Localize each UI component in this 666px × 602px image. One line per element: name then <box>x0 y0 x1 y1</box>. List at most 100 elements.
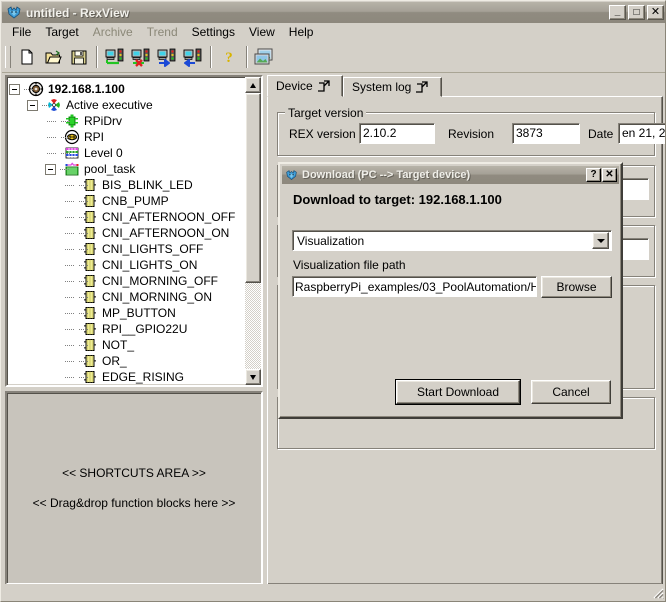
disconnect-button[interactable] <box>128 44 154 70</box>
maximize-button[interactable]: □ <box>628 5 645 20</box>
tree-node[interactable]: 192.168.1.100 <box>9 81 245 97</box>
tree-node-label: CNB_PUMP <box>102 194 169 208</box>
visualization-path-input[interactable]: RaspberryPi_examples/03_PoolAutomation/H… <box>292 276 537 297</box>
scroll-down-arrow-icon[interactable] <box>245 369 261 385</box>
tree-collapse-icon[interactable] <box>27 99 38 111</box>
tree-node[interactable]: CNI_MORNING_ON <box>9 289 245 305</box>
tree-connector <box>77 305 88 321</box>
tree-node-label: CNI_AFTERNOON_OFF <box>102 210 236 224</box>
dialog-help-button[interactable]: ? <box>586 168 601 182</box>
tree-connector <box>63 369 77 385</box>
cancel-button[interactable]: Cancel <box>531 380 611 404</box>
tree-node-label: BIS_BLINK_LED <box>102 178 193 192</box>
tree-node-label: RPiDrv <box>84 114 122 128</box>
tree-connector <box>77 257 88 273</box>
tree-node[interactable]: RPI__GPIO22U <box>9 321 245 337</box>
download-button[interactable] <box>154 44 180 70</box>
tree-node[interactable]: CNI_LIGHTS_ON <box>9 257 245 273</box>
tree-node[interactable]: Active executive <box>9 97 245 113</box>
statusbar <box>2 584 665 600</box>
save-button[interactable] <box>66 44 92 70</box>
tree-node[interactable]: CNI_AFTERNOON_OFF <box>9 209 245 225</box>
tree-connector <box>45 113 59 129</box>
tree-node[interactable]: RPiDrv <box>9 113 245 129</box>
tree-connector <box>63 305 77 321</box>
tree-collapse-icon[interactable] <box>45 163 56 175</box>
new-button[interactable] <box>14 44 40 70</box>
menu-target[interactable]: Target <box>38 23 85 42</box>
download-type-value: Visualization <box>297 233 365 248</box>
scrollbar-thumb[interactable] <box>245 93 261 283</box>
tree-connector <box>40 97 51 113</box>
menu-settings[interactable]: Settings <box>185 23 242 42</box>
dialog-titlebar[interactable]: Download (PC --> Target device) ? ✕ <box>282 166 619 184</box>
tab-system-log[interactable]: System log <box>343 77 442 97</box>
window-titlebar[interactable]: untitled - RexView _ □ ✕ <box>2 2 665 23</box>
tree-collapse-icon[interactable] <box>9 83 20 95</box>
rex-version-field[interactable]: 2.10.2 <box>359 123 435 144</box>
close-button[interactable]: ✕ <box>647 5 664 20</box>
minimize-button[interactable]: _ <box>609 5 626 20</box>
help-button[interactable]: ? <box>216 44 242 70</box>
tree-node[interactable]: MP_BUTTON <box>9 305 245 321</box>
menu-help[interactable]: Help <box>282 23 321 42</box>
upload-button[interactable] <box>180 44 206 70</box>
tab-device-label: Device <box>276 79 313 93</box>
rex-app-icon <box>6 5 22 21</box>
connect-button[interactable] <box>102 44 128 70</box>
toolbar-grip[interactable] <box>5 46 11 68</box>
resize-grip-icon[interactable] <box>650 585 664 599</box>
external-link-icon <box>315 80 330 92</box>
shortcuts-area[interactable]: << SHORTCUTS AREA >> << Drag&drop functi… <box>5 391 263 585</box>
tree-node[interactable]: CNI_AFTERNOON_ON <box>9 225 245 241</box>
tree-node[interactable]: CNI_LIGHTS_OFF <box>9 241 245 257</box>
tree-node[interactable]: CNB_PUMP <box>9 193 245 209</box>
tree-node[interactable]: BIS_BLINK_LED <box>9 177 245 193</box>
device-tree[interactable]: 192.168.1.100 Active executive RPiDrv RPI Le… <box>5 75 263 387</box>
start-download-button[interactable]: Start Download <box>395 379 521 405</box>
dialog-close-button[interactable]: ✕ <box>602 168 617 182</box>
tree-node[interactable]: Level 0 <box>9 145 245 161</box>
tree-node[interactable]: CNI_MORNING_OFF <box>9 273 245 289</box>
scrollbar-track[interactable] <box>245 283 261 369</box>
tree-connector <box>77 353 88 369</box>
menu-file[interactable]: File <box>5 23 38 42</box>
tree-connector <box>45 145 59 161</box>
chevron-down-icon[interactable] <box>592 232 609 249</box>
visualization-button[interactable] <box>252 44 278 70</box>
device-tree-scrollbar[interactable] <box>245 77 261 385</box>
tree-node-label: Level 0 <box>84 146 123 160</box>
tree-node[interactable]: EDGE_RISING <box>9 369 245 385</box>
tree-connector <box>77 193 88 209</box>
download-dialog: Download (PC --> Target device) ? ✕ Down… <box>278 162 623 419</box>
close-glyph: ✕ <box>605 169 614 180</box>
tree-connector <box>77 273 88 289</box>
tree-connector <box>59 129 70 145</box>
window-controls: _ □ ✕ <box>609 5 664 20</box>
rex-version-label: REX version <box>289 127 356 141</box>
tree-node[interactable]: OR_ <box>9 353 245 369</box>
tree-node[interactable]: pool_task <box>9 161 245 177</box>
shortcuts-area-hint: << Drag&drop function blocks here >> <box>32 496 236 510</box>
menu-view[interactable]: View <box>242 23 282 42</box>
scroll-up-arrow-icon[interactable] <box>245 77 261 93</box>
tree-connector <box>22 81 33 97</box>
tree-node[interactable]: NOT_ <box>9 337 245 353</box>
tree-node-label: RPI <box>84 130 105 144</box>
tree-node-label: MP_BUTTON <box>102 306 176 320</box>
date-field[interactable]: en 21, 2014 <box>618 123 665 144</box>
download-type-combobox[interactable]: Visualization <box>292 230 612 251</box>
open-button[interactable] <box>40 44 66 70</box>
revision-field[interactable]: 3873 <box>512 123 580 144</box>
tree-node-label: 192.168.1.100 <box>48 82 125 96</box>
browse-button[interactable]: Browse <box>541 276 612 298</box>
tab-device[interactable]: Device <box>267 75 343 97</box>
tree-node[interactable]: RPI <box>9 129 245 145</box>
tree-connector <box>77 209 88 225</box>
